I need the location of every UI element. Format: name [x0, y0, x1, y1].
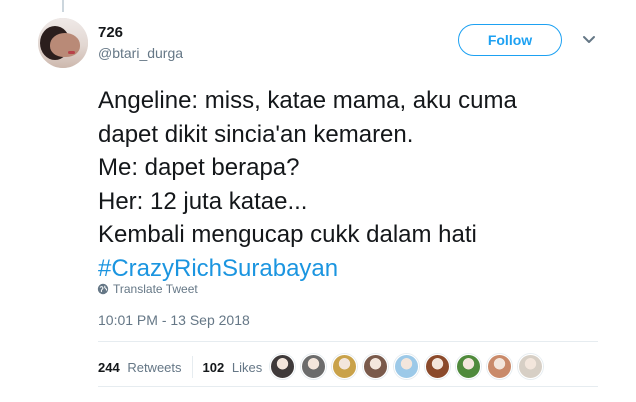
liker-avatar-1[interactable] — [270, 353, 295, 379]
divider-bottom — [98, 386, 598, 387]
stats-separator — [191, 356, 193, 378]
liker-avatar-4[interactable] — [363, 353, 388, 379]
avatar-face — [50, 33, 80, 57]
chevron-down-icon[interactable] — [582, 35, 596, 45]
translate-tweet-link[interactable]: Translate Tweet — [97, 282, 198, 296]
retweets-label: Retweets — [127, 359, 182, 375]
retweets-count: 244 — [98, 359, 120, 375]
tweet-line: dapet dikit sincia'an kemaren. — [98, 120, 414, 148]
tweet-line: Her: 12 juta katae... — [98, 187, 308, 215]
liker-avatar-7[interactable] — [456, 353, 481, 379]
globe-icon — [97, 283, 109, 295]
liker-avatar-6[interactable] — [425, 353, 450, 379]
likes-stat[interactable]: 102 Likes — [203, 360, 263, 375]
likes-count: 102 — [202, 359, 225, 375]
retweets-stat[interactable]: 244 Retweets — [98, 360, 182, 375]
divider-top — [98, 341, 598, 342]
thread-connector-line — [62, 0, 64, 12]
tweet-timestamp[interactable]: 10:01 PM - 13 Sep 2018 — [98, 312, 250, 328]
user-handle[interactable]: @btari_durga — [98, 45, 183, 61]
tweet-line: Kembali mengucap cukk dalam hati — [98, 221, 477, 248]
avatar-lips — [68, 51, 75, 54]
liker-avatar-9[interactable] — [518, 353, 543, 379]
avatar[interactable] — [38, 18, 88, 68]
tweet-line: Me: dapet berapa? — [98, 154, 300, 181]
liker-avatar-3[interactable] — [332, 353, 357, 379]
follow-button[interactable]: Follow — [458, 24, 562, 56]
liker-avatar-8[interactable] — [487, 353, 512, 379]
liker-avatar-5[interactable] — [394, 353, 419, 379]
likes-label: Likes — [231, 359, 263, 375]
likers-avatars — [270, 352, 549, 380]
tweet-stats: 244 Retweets 102 Likes — [98, 356, 262, 378]
display-name[interactable]: 726 — [98, 24, 123, 41]
hashtag-link[interactable]: #CrazyRichSurabayan — [98, 252, 618, 286]
liker-avatar-2[interactable] — [301, 353, 326, 379]
translate-label: Translate Tweet — [113, 282, 198, 296]
tweet-line: Angeline: miss, katae mama, aku cuma — [98, 87, 517, 114]
tweet-text: Angeline: miss, katae mama, aku cuma dap… — [98, 84, 618, 285]
